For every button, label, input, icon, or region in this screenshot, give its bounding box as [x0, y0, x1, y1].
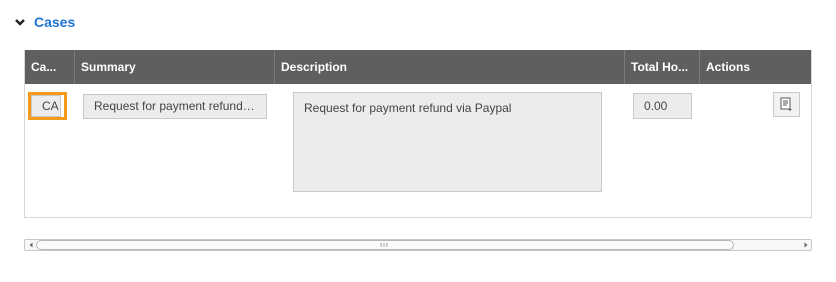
column-header-total-hours[interactable]: Total Ho...	[625, 50, 700, 84]
cases-section-toggle[interactable]: Cases	[14, 12, 75, 32]
edit-record-button[interactable]	[773, 92, 800, 117]
focus-highlight	[28, 92, 67, 120]
caret-left-icon	[29, 242, 32, 248]
section-title: Cases	[34, 14, 76, 30]
chevron-down-icon	[15, 19, 25, 26]
cases-grid: Ca... Summary Description Total Ho... Ac…	[24, 50, 812, 218]
column-header-case-number[interactable]: Ca...	[25, 50, 75, 84]
scroll-right-arrow[interactable]	[801, 241, 810, 249]
caret-right-icon	[804, 242, 807, 248]
grid-header: Ca... Summary Description Total Ho... Ac…	[25, 50, 811, 84]
column-header-actions[interactable]: Actions	[700, 50, 811, 84]
grip-icon	[380, 243, 388, 247]
summary-field[interactable]: Request for payment refund via Paypal	[83, 94, 267, 119]
scrollbar-thumb[interactable]	[36, 240, 734, 250]
scroll-left-arrow[interactable]	[26, 241, 35, 249]
description-field[interactable]: Request for payment refund via Paypal	[293, 92, 602, 192]
column-header-summary[interactable]: Summary	[75, 50, 275, 84]
horizontal-scrollbar[interactable]	[24, 239, 812, 251]
column-header-description[interactable]: Description	[275, 50, 625, 84]
edit-record-icon	[780, 97, 792, 111]
total-hours-field[interactable]: 0.00	[633, 93, 692, 119]
